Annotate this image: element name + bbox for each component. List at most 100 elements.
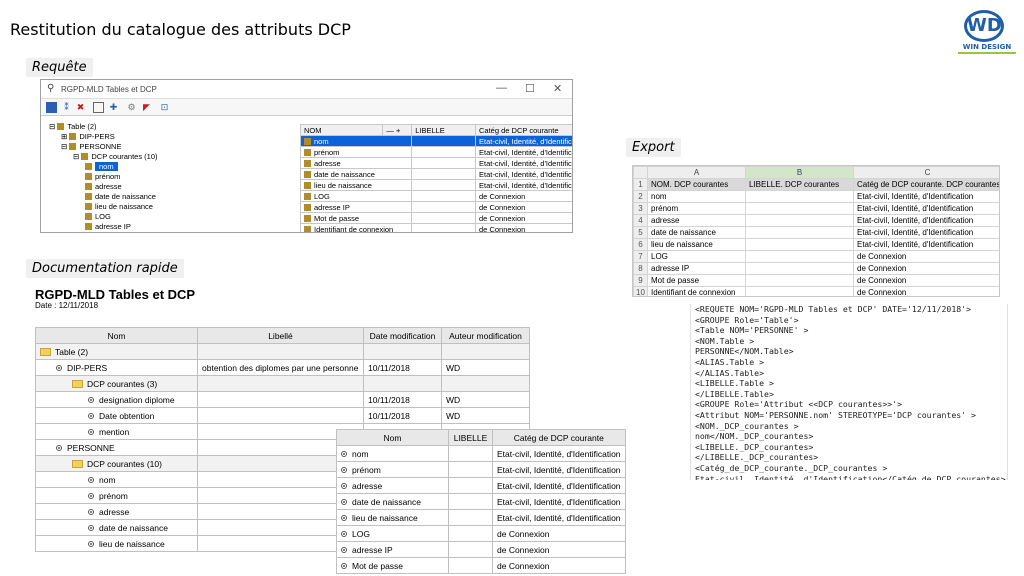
sheet-row-number[interactable]: 10 — [633, 286, 648, 296]
sheet-row-number[interactable]: 9 — [633, 274, 648, 287]
grid-cell-cat: Etat-civil, Identité, d'Identification — [475, 135, 572, 147]
sheet-cell[interactable] — [745, 214, 854, 227]
tree-item[interactable]: prénom — [85, 172, 120, 182]
doc-row: Date obtention 10/11/2018 WD — [35, 407, 530, 424]
sheet-cell[interactable]: Catég de DCP courante. DCP courantes — [853, 178, 999, 191]
sheet-row-number[interactable]: 4 — [633, 214, 648, 227]
tree-item[interactable]: adresse IP — [85, 222, 131, 232]
sheet-column-header[interactable]: C — [853, 166, 999, 179]
grid-cell-cat: de Connexion — [475, 223, 572, 232]
grid-row[interactable]: prénom Etat-civil, Identité, d'Identifica… — [299, 146, 572, 158]
expand-toggle-icon[interactable]: ⊟ — [73, 152, 81, 161]
export-icon[interactable]: ✚ — [108, 102, 119, 113]
sheet-column-header[interactable]: A — [647, 166, 746, 179]
grid-header-cell[interactable]: Catég de DCP courante — [475, 124, 572, 136]
sheet-row-number[interactable]: 5 — [633, 226, 648, 239]
sheet-cell[interactable] — [745, 190, 854, 203]
tree-item-label: adresse — [95, 182, 122, 191]
grid-header-cell[interactable]: NOM — [299, 124, 384, 136]
grid-row[interactable]: Identifiant de connexion de Connexion — [299, 223, 572, 232]
preview-icon[interactable]: ⊡ — [159, 102, 170, 113]
tree-item[interactable]: lieu de naissance — [85, 202, 153, 212]
table-icon[interactable] — [46, 102, 57, 113]
tree-item[interactable]: ⊟ PERSONNE — [61, 142, 121, 152]
expand-toggle-icon[interactable]: ⊟ — [49, 122, 57, 131]
grid-row[interactable]: date de naissance Etat-civil, Identité, d… — [299, 168, 572, 180]
sheet-cell[interactable]: de Connexion — [853, 274, 999, 287]
doc-icon[interactable] — [93, 102, 104, 113]
sheet-corner[interactable] — [633, 166, 648, 179]
grid-row[interactable]: nom Etat-civil, Identité, d'Identificatio… — [299, 135, 572, 147]
grid-row[interactable]: adresse Etat-civil, Identité, d'Identific… — [299, 157, 572, 169]
sheet-cell[interactable]: Etat-civil, Identité, d'Identification — [853, 190, 999, 203]
attribute-icon — [304, 159, 311, 167]
grid-row[interactable]: adresse IP de Connexion — [299, 201, 572, 213]
sheet-row-number[interactable]: 8 — [633, 262, 648, 275]
sheet-cell[interactable]: LOG — [647, 250, 746, 263]
minimize-button[interactable]: — — [496, 82, 507, 94]
doc-cell-auteur — [441, 343, 530, 360]
settings-icon[interactable]: ⚙ — [126, 102, 137, 113]
tree-item[interactable]: nom — [85, 162, 118, 172]
sheet-cell[interactable] — [745, 226, 854, 239]
windesign-logo: WD WIN DESIGN — [958, 10, 1016, 60]
grid-header-cell[interactable]: — + — [382, 124, 413, 136]
tree-item[interactable]: ⊞ DIP-PERS — [61, 132, 115, 142]
sheet-cell[interactable]: Etat-civil, Identité, d'Identification — [853, 202, 999, 215]
table-node-icon — [57, 123, 65, 130]
expand-toggle-icon[interactable]: ⊞ — [61, 132, 69, 141]
sheet-cell[interactable] — [745, 238, 854, 251]
sheet-row-number[interactable]: 1 — [633, 178, 648, 191]
sheet-cell[interactable] — [745, 262, 854, 275]
attribute-icon — [341, 514, 347, 521]
close-button[interactable]: ✕ — [553, 82, 562, 95]
sheet-row-number[interactable]: 6 — [633, 238, 648, 251]
tree-item[interactable]: date de naissance — [85, 192, 156, 202]
sheet-cell[interactable]: adresse — [647, 214, 746, 227]
sheet-cell[interactable] — [745, 274, 854, 287]
sheet-cell[interactable]: nom — [647, 190, 746, 203]
sheet-row-number[interactable]: 7 — [633, 250, 648, 263]
sheet-cell[interactable]: de Connexion — [853, 286, 999, 296]
sheet-cell[interactable]: de Connexion — [853, 262, 999, 275]
filter-icon[interactable]: ⁑ — [61, 102, 72, 113]
sheet-cell[interactable]: adresse IP — [647, 262, 746, 275]
overlay-cell-nom-text: lieu de naissance — [352, 512, 418, 523]
tree-item[interactable]: adresse — [85, 182, 122, 192]
doc-cell-nom: Date obtention — [35, 407, 198, 424]
sheet-cell[interactable]: NOM. DCP courantes — [647, 178, 746, 191]
sheet-cell[interactable]: Etat-civil, Identité, d'Identification — [853, 214, 999, 227]
tree-item[interactable]: ⊟ DCP courantes (10) — [73, 152, 158, 162]
sheet-row-number[interactable]: 3 — [633, 202, 648, 215]
sheet-cell[interactable] — [745, 202, 854, 215]
tree-item[interactable]: LOG — [85, 212, 111, 222]
color-icon[interactable]: ◤ — [141, 102, 152, 113]
grid-row[interactable]: lieu de naissance Etat-civil, Identité, d… — [299, 179, 572, 191]
overlay-cell-libelle — [448, 493, 493, 510]
sheet-row-number[interactable]: 2 — [633, 190, 648, 203]
search-icon: ⚲ — [47, 83, 55, 94]
tree-item[interactable]: ⊟ Table (2) — [49, 122, 97, 132]
overlay-cell-libelle — [448, 445, 493, 462]
doc-cell-nom-text: date de naissance — [99, 522, 168, 533]
overlay-cell-nom: adresse — [336, 477, 449, 494]
grid-row[interactable]: LOG de Connexion — [299, 190, 572, 202]
maximize-button[interactable]: ☐ — [525, 82, 535, 95]
grid-row[interactable]: Mot de passe de Connexion — [299, 212, 572, 224]
sheet-cell[interactable]: Identifiant de connexion — [647, 286, 746, 296]
sheet-cell[interactable]: Etat-civil, Identité, d'Identification — [853, 226, 999, 239]
sheet-column-header[interactable]: B — [745, 166, 854, 179]
sheet-cell[interactable]: lieu de naissance — [647, 238, 746, 251]
sheet-cell[interactable]: LIBELLE. DCP courantes — [745, 178, 854, 191]
sheet-cell[interactable] — [745, 286, 854, 296]
sheet-cell[interactable]: Mot de passe — [647, 274, 746, 287]
sheet-cell[interactable]: prénom — [647, 202, 746, 215]
grid-header-cell[interactable]: LIBELLE — [411, 124, 477, 136]
delete-icon[interactable]: ✖ — [75, 102, 86, 113]
sheet-cell[interactable]: de Connexion — [853, 250, 999, 263]
sheet-cell[interactable]: Etat-civil, Identité, d'Identification — [853, 238, 999, 251]
sheet-cell[interactable]: date de naissance — [647, 226, 746, 239]
sheet-cell[interactable] — [745, 250, 854, 263]
expand-toggle-icon[interactable]: ⊟ — [61, 142, 69, 151]
grid-cell-nom: adresse IP — [299, 201, 413, 213]
